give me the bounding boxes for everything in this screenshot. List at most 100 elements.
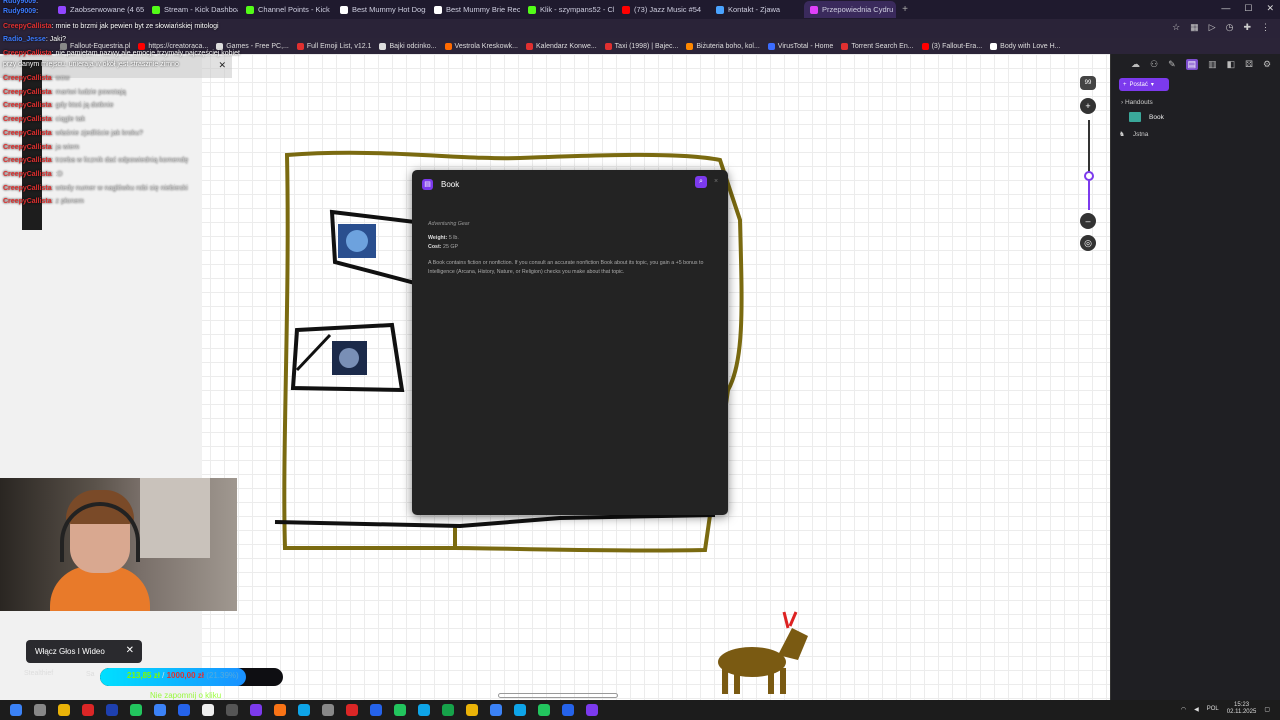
chat-username[interactable]: CreepyCallista bbox=[3, 185, 52, 192]
taskbar-app-icon[interactable] bbox=[562, 704, 574, 716]
search-icon[interactable]: ⌕ bbox=[695, 176, 707, 188]
chat-username[interactable]: CreepyCallista bbox=[3, 157, 52, 164]
chat-message: CreepyCallista: nie pamiętam nazwy ale e… bbox=[3, 50, 240, 57]
sidebar-item-book[interactable]: Book bbox=[1129, 112, 1280, 122]
close-window-icon[interactable]: ✕ bbox=[1266, 3, 1274, 14]
item-category: Adventuring Gear bbox=[428, 221, 470, 227]
taskbar-app-icon[interactable] bbox=[226, 704, 238, 716]
taskbar-app-icon[interactable] bbox=[538, 704, 550, 716]
taskbar-app-icon[interactable] bbox=[10, 704, 22, 716]
taskbar-app-icon[interactable] bbox=[274, 704, 286, 716]
zoom-out-button[interactable]: – bbox=[1080, 213, 1096, 229]
taskbar-app-icon[interactable] bbox=[178, 704, 190, 716]
zoom-in-button[interactable]: + bbox=[1080, 98, 1096, 114]
plus-icon: + bbox=[1123, 81, 1127, 88]
chat-username[interactable]: CreepyCallista bbox=[3, 23, 52, 30]
character-icon: ♞ bbox=[1119, 131, 1125, 138]
deer-drawing[interactable] bbox=[718, 611, 808, 694]
recenter-button[interactable]: ◎ bbox=[1080, 235, 1096, 251]
taskbar-app-icon[interactable] bbox=[466, 704, 478, 716]
chat-username[interactable]: Radio_Jesse bbox=[3, 36, 46, 43]
zoom-slider-handle[interactable] bbox=[1084, 171, 1094, 181]
chat-username[interactable]: Rudy9009 bbox=[3, 0, 36, 5]
taskbar-app-icon[interactable] bbox=[346, 704, 358, 716]
chat-message: CreepyCallista: gdy ktoś ją dotknie bbox=[3, 102, 114, 109]
taskbar-app-icon[interactable] bbox=[130, 704, 142, 716]
chat-username[interactable]: CreepyCallista bbox=[3, 198, 52, 205]
sidebar-item-jstna[interactable]: ♞ Jstna bbox=[1119, 130, 1280, 139]
chat-username[interactable]: CreepyCallista bbox=[3, 75, 52, 82]
chat-username[interactable]: CreepyCallista bbox=[3, 171, 52, 178]
book-icon[interactable]: ✎ bbox=[1168, 59, 1176, 70]
zoom-slider[interactable] bbox=[1080, 120, 1098, 210]
modal-title: Book bbox=[441, 179, 460, 189]
chat-username[interactable]: Rudy9009 bbox=[3, 8, 36, 15]
chevron-right-icon: › bbox=[1121, 99, 1124, 106]
handouts-icon[interactable]: ▤ bbox=[1185, 58, 1199, 70]
save-icon[interactable]: ◧ bbox=[1227, 59, 1236, 70]
taskbar-app-icon[interactable] bbox=[442, 704, 454, 716]
bookmark-star-icon[interactable]: ☆ bbox=[1172, 22, 1180, 33]
clock[interactable]: 15:23 02.11.2025 bbox=[1227, 702, 1257, 716]
dice-icon[interactable]: ⚄ bbox=[1245, 59, 1253, 70]
handout-thumbnail bbox=[1129, 112, 1141, 122]
close-icon[interactable]: ✕ bbox=[126, 645, 134, 656]
menu-icon[interactable]: ⋮ bbox=[1261, 22, 1270, 33]
puzzle-icon[interactable]: ✚ bbox=[1243, 22, 1251, 33]
taskbar-app-icon[interactable] bbox=[490, 704, 502, 716]
minimize-icon[interactable]: — bbox=[1221, 3, 1230, 14]
donation-text: 213,85 zł / 1000,00 zł (21.39%) bbox=[127, 671, 239, 680]
chat-username[interactable]: CreepyCallista bbox=[3, 116, 52, 123]
chat-username[interactable]: CreepyCallista bbox=[3, 102, 52, 109]
taskbar-apps bbox=[0, 704, 598, 716]
horizontal-scrollbar[interactable] bbox=[498, 693, 618, 698]
play-icon[interactable]: ▷ bbox=[1209, 22, 1216, 33]
library-icon[interactable]: ▥ bbox=[1208, 59, 1217, 70]
chat-username[interactable]: CreepyCallista bbox=[3, 144, 52, 151]
chat-text: : bbox=[36, 0, 39, 5]
clock-icon[interactable]: ◷ bbox=[1226, 22, 1234, 33]
taskbar-app-icon[interactable] bbox=[82, 704, 94, 716]
taskbar: ◠ ◀ POL 15:23 02.11.2025 ▢ bbox=[0, 700, 1280, 720]
taskbar-app-icon[interactable] bbox=[322, 704, 334, 716]
chat-username[interactable]: CreepyCallista bbox=[3, 50, 52, 57]
token-glow-bottom bbox=[339, 348, 359, 368]
taskbar-app-icon[interactable] bbox=[586, 704, 598, 716]
settings-icon[interactable]: ⚙ bbox=[1263, 59, 1271, 70]
wifi-icon[interactable]: ◠ bbox=[1181, 706, 1186, 713]
taskbar-app-icon[interactable] bbox=[418, 704, 430, 716]
chat-text: : trzeba w licznik dać odpowiednią komen… bbox=[51, 157, 189, 165]
taskbar-app-icon[interactable] bbox=[514, 704, 526, 716]
chat-message: CreepyCallista: wtedy numer w nagłówku r… bbox=[3, 185, 188, 192]
taskbar-app-icon[interactable] bbox=[106, 704, 118, 716]
volume-icon[interactable]: ◀ bbox=[1194, 706, 1199, 713]
add-character-button[interactable]: + Postać ▾ bbox=[1119, 78, 1169, 91]
taskbar-app-icon[interactable] bbox=[394, 704, 406, 716]
taskbar-app-icon[interactable] bbox=[202, 704, 214, 716]
chat-text: : mnie to brzmi jak pewien byt ze słowia… bbox=[51, 23, 219, 30]
item-cost: Cost: 25 GP bbox=[428, 243, 459, 250]
maximize-icon[interactable]: ☐ bbox=[1244, 3, 1252, 14]
modal-header: ▤ Book bbox=[412, 170, 728, 198]
taskbar-app-icon[interactable] bbox=[370, 704, 382, 716]
chat-username[interactable]: CreepyCallista bbox=[3, 130, 52, 137]
chat-message: CreepyCallista: wow bbox=[3, 75, 70, 82]
users-icon[interactable]: ⚇ bbox=[1150, 59, 1158, 70]
chat-text: : ciągle tak bbox=[51, 116, 86, 124]
taskbar-app-icon[interactable] bbox=[298, 704, 310, 716]
notification-icon[interactable]: ▢ bbox=[1264, 706, 1270, 713]
chat-icon[interactable]: ☁ bbox=[1131, 59, 1140, 70]
voice-video-button[interactable]: Włącz Głos I Wideo ✕ bbox=[26, 640, 142, 663]
close-icon[interactable]: ✕ bbox=[218, 60, 226, 71]
taskbar-app-icon[interactable] bbox=[58, 704, 70, 716]
stealth-label: Stealthief bbox=[24, 670, 54, 677]
chat-username[interactable]: CreepyCallista bbox=[3, 89, 52, 96]
language-indicator[interactable]: POL bbox=[1207, 706, 1219, 712]
taskbar-app-icon[interactable] bbox=[154, 704, 166, 716]
close-icon[interactable]: × bbox=[714, 178, 718, 185]
chat-text: : bbox=[36, 8, 39, 15]
sidebar-folder-handouts[interactable]: › Handouts bbox=[1121, 99, 1280, 106]
grid-icon[interactable]: ▦ bbox=[1190, 22, 1199, 33]
taskbar-app-icon[interactable] bbox=[34, 704, 46, 716]
taskbar-app-icon[interactable] bbox=[250, 704, 262, 716]
